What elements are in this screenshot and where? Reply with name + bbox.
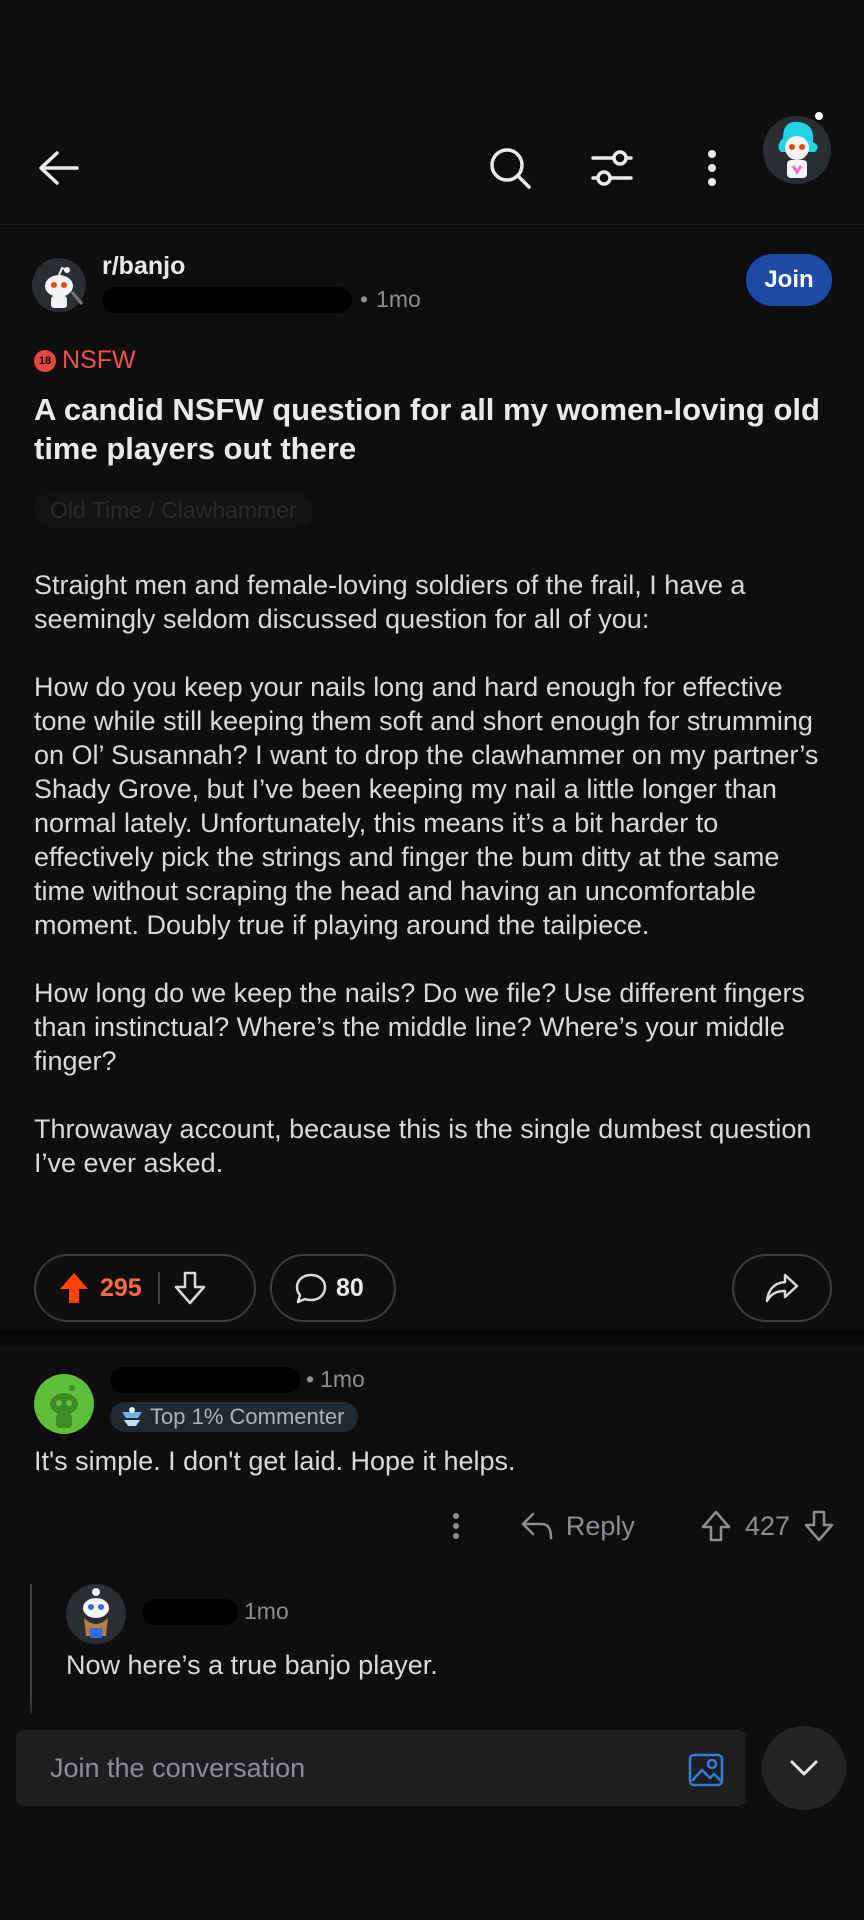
badge-label: Top 1% Commenter	[150, 1404, 345, 1429]
more-options-button[interactable]	[684, 140, 740, 196]
meta-separator: •	[306, 1366, 315, 1392]
arrow-left-icon	[39, 151, 79, 185]
redacted-username[interactable]	[110, 1366, 300, 1393]
upvote-button[interactable]	[58, 1271, 90, 1305]
filter-icon	[591, 150, 633, 186]
post-body: Straight men and female-loving soldiers …	[34, 568, 834, 1214]
comment-meta: 1mo	[142, 1598, 289, 1625]
comment-age: 1mo	[320, 1366, 365, 1392]
top-commenter-icon	[122, 1407, 142, 1426]
upvote-count: 295	[100, 1273, 142, 1302]
nsfw-18-icon: 18	[34, 349, 56, 372]
comment-score: 427	[744, 1510, 790, 1541]
redacted-username[interactable]	[142, 1598, 238, 1625]
top-commenter-badge: Top 1% Commenter	[110, 1402, 359, 1432]
downvote-button[interactable]	[174, 1271, 206, 1305]
join-button[interactable]: Join	[746, 254, 832, 306]
comments-button[interactable]: 80	[270, 1254, 396, 1322]
online-status-dot	[813, 110, 825, 122]
upvote-filled-icon	[60, 1273, 88, 1303]
reply-arrow-icon	[521, 1512, 553, 1540]
comment-more-button[interactable]	[452, 1512, 460, 1540]
comment-actions: Reply 427	[452, 1504, 834, 1548]
snoo-icon	[83, 1588, 109, 1638]
commenter-avatar[interactable]	[66, 1584, 126, 1644]
composer-placeholder: Join the conversation	[50, 1752, 306, 1783]
body-paragraph: How do you keep your nails long and hard…	[34, 672, 819, 940]
post-title: A candid NSFW question for all my women-…	[34, 392, 820, 466]
back-button[interactable]	[30, 140, 86, 196]
vote-divider	[157, 1272, 160, 1304]
section-divider	[0, 1330, 864, 1346]
search-button[interactable]	[482, 140, 538, 196]
snoo-icon	[50, 1385, 78, 1428]
comment-text: Now here’s a true banjo player.	[66, 1650, 438, 1680]
top-app-bar	[0, 100, 864, 225]
image-icon	[688, 1753, 724, 1787]
share-button[interactable]	[732, 1254, 832, 1322]
more-vertical-icon	[708, 150, 716, 186]
collapse-button[interactable]	[762, 1726, 846, 1810]
post-meta: • 1mo	[102, 286, 421, 313]
subreddit-name[interactable]: r/banjo	[102, 252, 185, 281]
snoo-avatar-icon	[778, 121, 818, 178]
more-vertical-icon	[452, 1513, 459, 1539]
body-paragraph: Straight men and female-loving soldiers …	[34, 570, 746, 634]
comment-bubble-icon	[295, 1273, 327, 1304]
comment-age: 1mo	[244, 1598, 289, 1624]
upvote-icon	[701, 1510, 731, 1542]
commenter-avatar[interactable]	[34, 1374, 94, 1434]
user-avatar[interactable]	[763, 110, 831, 184]
reply-label: Reply	[565, 1510, 635, 1541]
sort-filter-button[interactable]	[584, 140, 640, 196]
snoo-icon	[45, 266, 84, 308]
post-action-bar: 295 80	[34, 1254, 832, 1322]
subreddit-avatar[interactable]	[32, 258, 86, 312]
chevron-down-icon	[790, 1760, 818, 1776]
post-flair[interactable]: Old Time / Clawhammer	[34, 494, 313, 527]
attach-image-button[interactable]	[686, 1750, 726, 1790]
comment-downvote-button[interactable]	[804, 1510, 834, 1542]
nsfw-label: NSFW	[62, 346, 136, 374]
redacted-username[interactable]	[102, 286, 352, 313]
nsfw-tag: 18 NSFW	[34, 346, 136, 375]
join-conversation-input[interactable]: Join the conversation	[16, 1730, 746, 1806]
share-icon	[765, 1273, 799, 1303]
reply-thread-line[interactable]	[30, 1584, 32, 1714]
vote-control: 295	[34, 1254, 256, 1322]
search-icon	[490, 148, 531, 189]
comment-meta: • 1mo	[110, 1366, 365, 1393]
body-paragraph: How long do we keep the nails? Do we fil…	[34, 978, 805, 1076]
downvote-icon	[174, 1271, 205, 1305]
comment-upvote-button[interactable]	[701, 1510, 731, 1542]
meta-separator: •	[360, 286, 369, 312]
post-header: r/banjo • 1mo Join	[32, 252, 832, 322]
body-paragraph: Throwaway account, because this is the s…	[34, 1114, 812, 1178]
downvote-icon	[804, 1510, 834, 1542]
comment-composer: Join the conversation	[0, 1718, 864, 1920]
reply-button[interactable]: Reply	[520, 1511, 635, 1542]
comment-text: It's simple. I don't get laid. Hope it h…	[34, 1446, 516, 1476]
post-age: 1mo	[376, 286, 421, 312]
comment-count: 80	[336, 1273, 364, 1302]
